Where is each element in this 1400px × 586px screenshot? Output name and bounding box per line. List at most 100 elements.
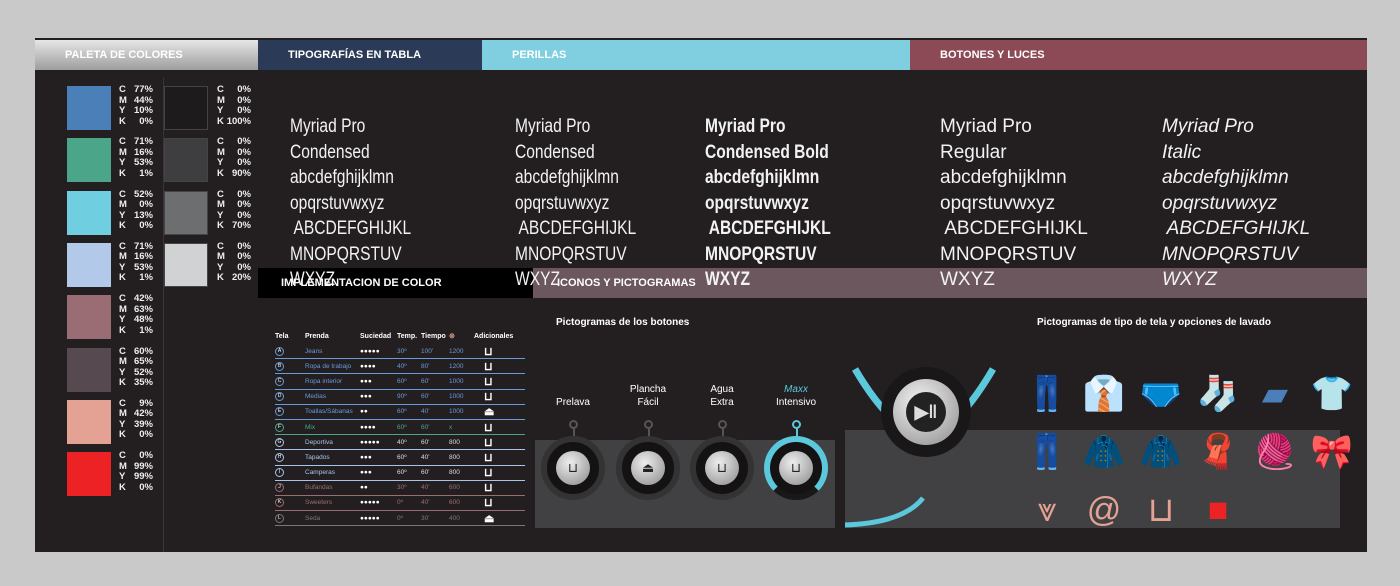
knob-label-line2: Prelava [556, 397, 590, 408]
table-cell: Toallas/Sábanas [305, 408, 353, 416]
cmyk-values: C 0% M 0% Y 0% K 90% [217, 137, 251, 179]
knob-button[interactable]: ⊔ [764, 436, 828, 500]
cmyk-value: 20% [231, 272, 251, 284]
fabric-letter: D [275, 392, 284, 402]
cmyk-values: C 42% M 63% Y 48% K 1% [119, 294, 153, 336]
cmyk-label: Y [119, 105, 126, 116]
shirt-icon: 👔 [1082, 375, 1126, 413]
fabric-letter: C [275, 376, 284, 386]
table-cell: Sweeters [305, 499, 333, 507]
wash-icon: ⊔ [484, 421, 493, 434]
table-row: L Seda ●●●●● 0º 30' 400 ⏏ [275, 511, 525, 527]
knob-label-line2: Fácil [637, 397, 659, 408]
column-header: Adicionales [474, 332, 514, 340]
pictograms-title: Pictogramas de tipo de tela y opciones d… [1037, 317, 1271, 328]
cmyk-label: K [119, 324, 126, 336]
scarf-icon: 🧣 [1196, 433, 1240, 471]
knob-button[interactable]: ⊔ [541, 436, 605, 500]
type-line: WXYZ [705, 269, 751, 290]
wash-icon: ⊔ [484, 360, 493, 373]
jeans-icon: 👖 [1025, 375, 1069, 413]
spin-icon: @ [1086, 491, 1122, 529]
column-header: Temp. [397, 332, 418, 340]
color-swatch [67, 242, 111, 287]
type-line: WXYZ [290, 269, 336, 290]
table-cell: 800 [449, 469, 460, 477]
intensive-icon: ⊔ [779, 451, 813, 485]
color-swatch [67, 295, 111, 340]
cmyk-row: K 100% [217, 116, 251, 128]
fabric-cell: I [275, 468, 305, 478]
knob-label-line1: Maxx [784, 384, 808, 395]
table-row: K Sweeters ●●●●● 0º 40' 600 ⊔ [275, 496, 525, 512]
cmyk-row: K 90% [217, 168, 251, 180]
cmyk-label: K [217, 272, 224, 284]
table-cell: 30' [421, 514, 430, 522]
type-line: WXYZ [1162, 269, 1217, 290]
fabric-cell: H [275, 452, 305, 462]
cmyk-values: C 52% M 0% Y 13% K 0% [119, 189, 153, 232]
wash-drop-icon: ⩔ [1037, 491, 1057, 529]
wash-icon: ⊔ [484, 375, 493, 388]
cmyk-label: K [119, 115, 126, 127]
table-cell: ●●●●● [360, 438, 380, 446]
table-cell: Medias [305, 393, 326, 401]
sock-icon: 🧦 [1196, 375, 1240, 413]
type-line: MNOPQRSTUV [940, 243, 1077, 265]
type-line: MNOPQRSTUV [515, 243, 627, 265]
table-cell: 1000 [449, 393, 464, 401]
cmyk-value: 0% [139, 481, 153, 493]
table-cell: 40º [397, 438, 407, 446]
start-pause-button[interactable]: ▶‖ [893, 379, 959, 445]
type-line: ABCDEFGHIJKL [705, 218, 831, 239]
table-cell: 60' [421, 423, 430, 431]
table-cell: 800 [449, 438, 460, 446]
fabric-letter: H [275, 452, 284, 462]
knob-button[interactable]: ⏏ [616, 436, 680, 500]
color-swatch [67, 190, 111, 235]
table-cell: 80' [421, 362, 430, 370]
underwear-icon: 🩲 [1139, 375, 1183, 413]
type-line: opqrstuvwxyz [515, 192, 610, 214]
color-swatch [164, 190, 208, 235]
type-line: Condensed [290, 141, 370, 163]
cmyk-row: K 1% [119, 167, 153, 180]
knob-button[interactable]: ⊔ [690, 436, 754, 500]
type-line: Italic [1162, 141, 1202, 163]
fabric-letter: E [275, 407, 284, 417]
cmyk-row: C 77% [119, 84, 153, 96]
type-line: Myriad Pro [705, 116, 786, 137]
cmyk-row: Y 0% [217, 105, 251, 117]
knob-label-line1: Plancha [629, 384, 667, 395]
color-swatch [67, 138, 111, 183]
type-line: Myriad Pro [515, 116, 591, 137]
type-line: Regular [940, 141, 1007, 163]
table-cell: 0º [397, 514, 403, 522]
table-row: J Bufandas ●● 30º 40' 600 ⊔ [275, 481, 525, 496]
cmyk-value: 0% [237, 105, 251, 116]
wash-icon: ⊔ [484, 482, 493, 495]
cmyk-label: K [119, 220, 126, 232]
header-typography: TIPOGRAFÍAS EN TABLA [258, 40, 482, 70]
silk-icon: 🎀 [1310, 433, 1354, 471]
cmyk-label: C [119, 84, 126, 95]
cmyk-value: 0% [139, 429, 153, 441]
type-line: ABCDEFGHIJKL [1162, 218, 1311, 239]
table-cell: ●●●●● [360, 514, 380, 522]
table-cell: ●●● [360, 393, 372, 401]
wash-star-icon: ⊔ [484, 391, 493, 404]
table-row: B Ropa de trabajo ●●●● 40º 80' 1200 ⊔ [275, 359, 525, 375]
type-line: Myriad Pro [940, 116, 1032, 137]
table-cell: Mix [305, 423, 316, 431]
type-line: Myriad Pro [1162, 116, 1254, 137]
table-cell: 60º [397, 453, 407, 461]
fabric-cell: J [275, 483, 305, 493]
color-swatch [67, 399, 111, 444]
fabric-cell: C [275, 376, 305, 386]
cmyk-value: 1% [139, 167, 153, 179]
table-cell: ●●● [360, 469, 372, 477]
coat-icon: 🧥 [1082, 433, 1126, 471]
table-cell: 60' [421, 438, 430, 446]
type-line: MNOPQRSTUV [1162, 243, 1299, 265]
table-cell: x [449, 423, 453, 431]
